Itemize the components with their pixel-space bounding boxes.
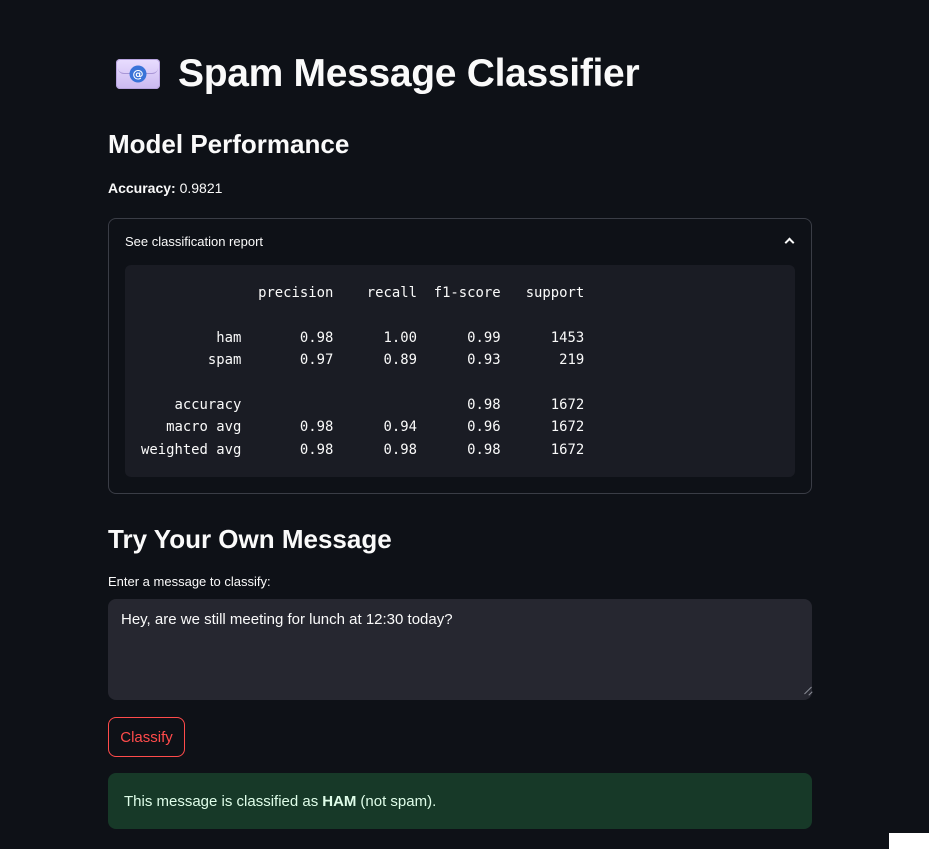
classification-report-code: precision recall f1-score support ham 0.…: [125, 265, 795, 477]
message-textarea[interactable]: [108, 599, 812, 700]
accuracy-value: 0.9821: [179, 180, 223, 196]
page-title: Spam Message Classifier: [178, 52, 640, 95]
classification-report-expander: See classification report precision reca…: [108, 218, 812, 494]
accuracy-label: Accuracy:: [108, 180, 176, 196]
at-sign-badge: @: [129, 65, 147, 83]
email-at-icon: @: [116, 59, 160, 89]
model-performance-heading: Model Performance: [108, 129, 350, 159]
expander-header-label[interactable]: See classification report: [125, 234, 263, 249]
corner-artifact: [889, 833, 929, 849]
textarea-resize-handle[interactable]: [803, 686, 812, 695]
result-prefix: This message is classified as: [124, 792, 319, 810]
chevron-up-icon[interactable]: [784, 237, 795, 248]
classify-button[interactable]: Classify: [108, 717, 185, 757]
title-row: @ Spam Message Classifier: [116, 50, 640, 98]
accuracy-line: Accuracy: 0.9821: [108, 180, 222, 196]
result-suffix: (not spam).: [360, 792, 437, 810]
message-input-label: Enter a message to classify:: [108, 574, 271, 589]
try-your-own-heading: Try Your Own Message: [108, 524, 392, 554]
result-label: HAM: [322, 792, 357, 810]
classification-report-text: precision recall f1-score support ham 0.…: [141, 285, 585, 458]
result-success-alert: This message is classified as HAM (not s…: [108, 773, 812, 829]
